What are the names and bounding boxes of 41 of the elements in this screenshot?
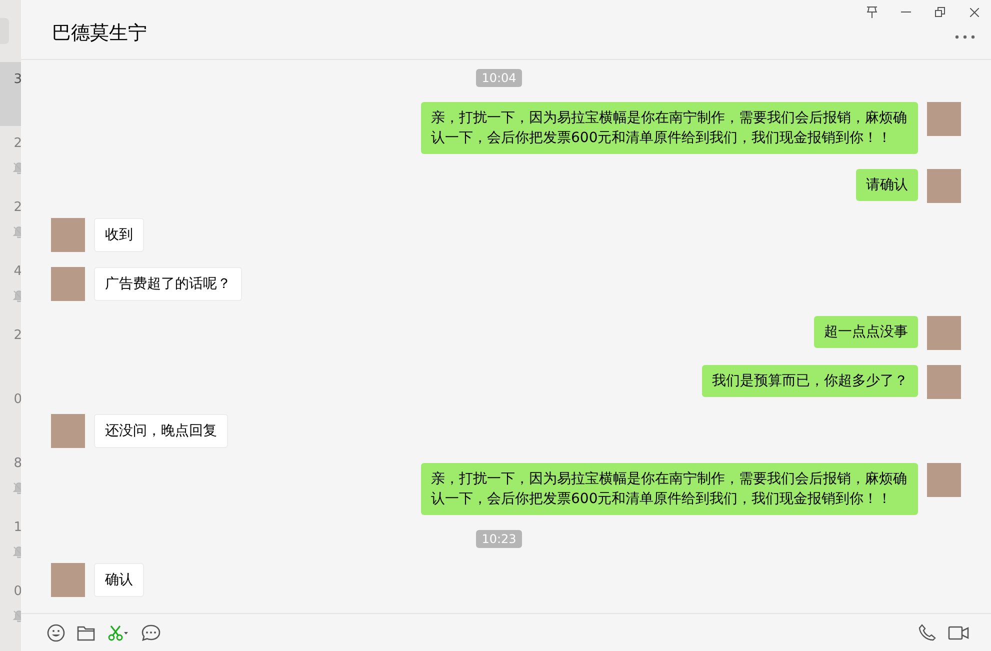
close-icon[interactable] bbox=[970, 8, 978, 16]
message-time: 3 bbox=[14, 72, 21, 88]
more-icon[interactable] bbox=[955, 35, 975, 39]
conversation-item[interactable]: 0 bbox=[0, 382, 21, 446]
message-time: 0 bbox=[14, 584, 21, 600]
message-bubble: 超一点点没事 bbox=[814, 316, 918, 348]
message-time: 0 bbox=[14, 392, 21, 408]
pin-icon[interactable] bbox=[866, 6, 878, 18]
phone-button[interactable] bbox=[918, 624, 936, 642]
message-bubble: 亲，打扰一下，因为易拉宝横幅是你在南宁制作，需要我们会后报销，麻烦确认一下，会后你把发票600元和清单原件给到我们，我们现金报销到你！！ bbox=[421, 102, 918, 154]
conversation-item[interactable]: 0 bbox=[0, 574, 21, 638]
conversation-item[interactable]: 3 bbox=[0, 62, 21, 126]
restore-icon[interactable] bbox=[935, 7, 945, 17]
emoji-button[interactable] bbox=[47, 624, 65, 642]
conversation-item[interactable]: 4 bbox=[0, 254, 21, 318]
conversation-item[interactable]: 8 bbox=[0, 446, 21, 510]
message-bubble: 亲，打扰一下，因为易拉宝横幅是你在南宁制作，需要我们会后报销，麻烦确认一下，会后你把发票600元和清单原件给到我们，我们现金报销到你！！ bbox=[421, 463, 918, 515]
timestamp: 10:23 bbox=[476, 530, 522, 548]
video-call-button[interactable] bbox=[948, 626, 969, 640]
message-bubble: 请确认 bbox=[856, 169, 918, 201]
conversation-item[interactable]: 2 bbox=[0, 318, 21, 382]
chat-title: 巴德莫生宁 bbox=[52, 21, 147, 46]
message-time: 2 bbox=[14, 200, 21, 216]
message-time: 4 bbox=[14, 264, 21, 280]
conversation-item[interactable]: 2 bbox=[0, 126, 21, 190]
message-bubble: 我们是预算而已，你超多少了？ bbox=[702, 365, 918, 397]
message-time: 2 bbox=[14, 328, 21, 344]
message-bubble: 广告费超了的话呢？ bbox=[94, 267, 242, 301]
message-bubble: 还没问，晚点回复 bbox=[94, 414, 228, 448]
minimize-icon[interactable] bbox=[901, 11, 911, 13]
conversation-item[interactable]: 1 bbox=[0, 510, 21, 574]
message-bubble: 收到 bbox=[94, 218, 144, 252]
message-time: 2 bbox=[14, 136, 21, 152]
screenshot-button[interactable] bbox=[107, 624, 129, 640]
timestamp: 10:04 bbox=[476, 69, 522, 87]
chat-history-button[interactable] bbox=[141, 624, 161, 642]
message-time: 1 bbox=[14, 520, 21, 536]
conversation-item[interactable]: 2 bbox=[0, 190, 21, 254]
message-bubble: 确认 bbox=[94, 563, 144, 597]
folder-button[interactable] bbox=[77, 624, 95, 640]
message-time: 8 bbox=[14, 456, 21, 472]
